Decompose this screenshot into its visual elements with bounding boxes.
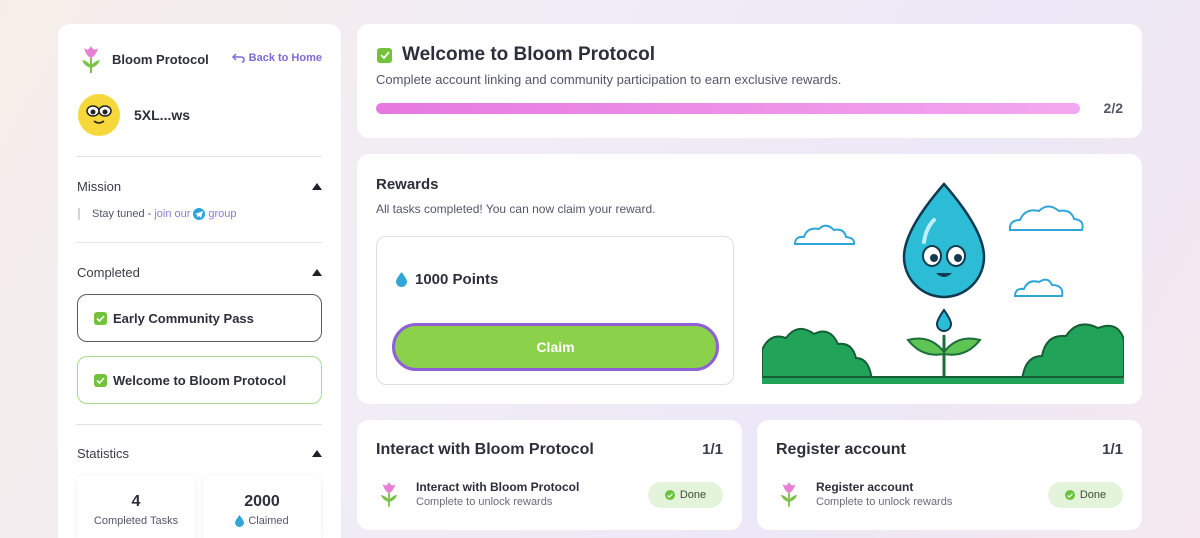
completed-section-title: Completed [77, 265, 140, 280]
task-card-interact: Interact with Bloom Protocol 1/1 Interac… [357, 420, 742, 530]
collapse-completed-icon[interactable] [312, 269, 322, 276]
stat-label: Completed Tasks [77, 515, 195, 527]
check-circle-icon [1064, 490, 1075, 500]
status-badge-label: Done [1079, 489, 1107, 501]
task-item-desc: Complete to unlock rewards [816, 496, 953, 508]
welcome-title-text: Welcome to Bloom Protocol [402, 44, 656, 65]
water-drop-mascot-illustration [762, 182, 1124, 384]
tulip-logo-icon [82, 46, 100, 73]
stay-tuned-note: Stay tuned - join our group [78, 208, 237, 220]
checkbox-checked-icon [94, 373, 107, 387]
task-card-title: Register account [776, 441, 906, 458]
welcome-title: Welcome to Bloom Protocol [377, 44, 655, 66]
points-display: 1000 Points [396, 271, 498, 288]
back-to-home-link[interactable]: Back to Home [231, 52, 322, 64]
rewards-title: Rewards [376, 176, 439, 193]
divider [76, 424, 322, 425]
status-badge: Done [648, 482, 723, 508]
stat-card-claimed: 2000 Claimed [203, 475, 321, 538]
checkbox-checked-icon [94, 311, 107, 325]
username: 5XL...ws [134, 107, 191, 123]
check-circle-icon [664, 490, 675, 500]
task-card-count: 1/1 [702, 441, 723, 458]
join-group-link[interactable]: join our [154, 208, 190, 220]
brand[interactable]: Bloom Protocol [80, 44, 209, 74]
stay-tuned-prefix: Stay tuned - [92, 208, 152, 220]
task-card-count: 1/1 [1102, 441, 1123, 458]
progress-bar [376, 103, 1080, 114]
water-drop-icon [235, 515, 245, 527]
divider [76, 156, 322, 157]
stat-label: Claimed [203, 515, 321, 527]
statistics-section-title: Statistics [77, 446, 130, 461]
reward-box: 1000 Points Claim [376, 236, 734, 385]
claim-button[interactable]: Claim [392, 323, 719, 371]
user-profile: 5XL...ws [78, 94, 190, 136]
rewards-subtitle: All tasks completed! You can now claim y… [376, 202, 656, 216]
task-item[interactable]: Register account Complete to unlock rewa… [779, 480, 952, 508]
task-item[interactable]: Interact with Bloom Protocol Complete to… [379, 480, 579, 508]
task-item-name: Interact with Bloom Protocol [416, 480, 580, 494]
brand-name: Bloom Protocol [112, 51, 209, 67]
completed-item-label: Welcome to Bloom Protocol [113, 372, 287, 388]
stat-card-completed-tasks: 4 Completed Tasks [77, 475, 195, 538]
welcome-subtitle: Complete account linking and community p… [376, 72, 842, 87]
group-link[interactable]: group [208, 208, 236, 220]
stat-value: 4 [131, 493, 141, 510]
status-badge: Done [1048, 482, 1123, 508]
tulip-icon [380, 482, 398, 507]
completed-item[interactable]: Early Community Pass [77, 294, 322, 342]
task-item-name: Register account [816, 480, 914, 494]
back-arrow-icon [231, 53, 245, 63]
completed-item[interactable]: Welcome to Bloom Protocol [77, 356, 322, 404]
rewards-card: Rewards All tasks completed! You can now… [357, 154, 1142, 404]
tulip-icon [780, 482, 798, 507]
progress-fill [376, 103, 1080, 114]
completed-item-label: Early Community Pass [113, 310, 254, 326]
welcome-card: Welcome to Bloom Protocol Complete accou… [357, 24, 1142, 138]
task-card-title: Interact with Bloom Protocol [376, 441, 594, 458]
avatar [78, 94, 120, 136]
stat-label-text: Completed Tasks [93, 515, 179, 527]
collapse-statistics-icon[interactable] [312, 450, 322, 457]
progress-count: 2/2 [1103, 100, 1123, 116]
checkbox-checked-icon [377, 47, 392, 63]
mission-section-title: Mission [77, 179, 122, 194]
points-value: 1000 Points [415, 271, 499, 288]
status-badge-label: Done [679, 489, 707, 501]
telegram-icon [193, 208, 206, 220]
sidebar: Bloom Protocol Back to Home 5XL...ws Mis… [58, 24, 341, 538]
divider [76, 242, 322, 243]
stat-label-text: Claimed [248, 515, 289, 527]
back-to-home-label: Back to Home [248, 52, 322, 64]
water-drop-icon [396, 272, 407, 287]
stat-value: 2000 [244, 493, 280, 510]
task-card-register: Register account 1/1 Register account Co… [757, 420, 1142, 530]
smiley-avatar-icon [86, 105, 112, 124]
collapse-mission-icon[interactable] [312, 183, 322, 190]
task-item-desc: Complete to unlock rewards [416, 496, 553, 508]
